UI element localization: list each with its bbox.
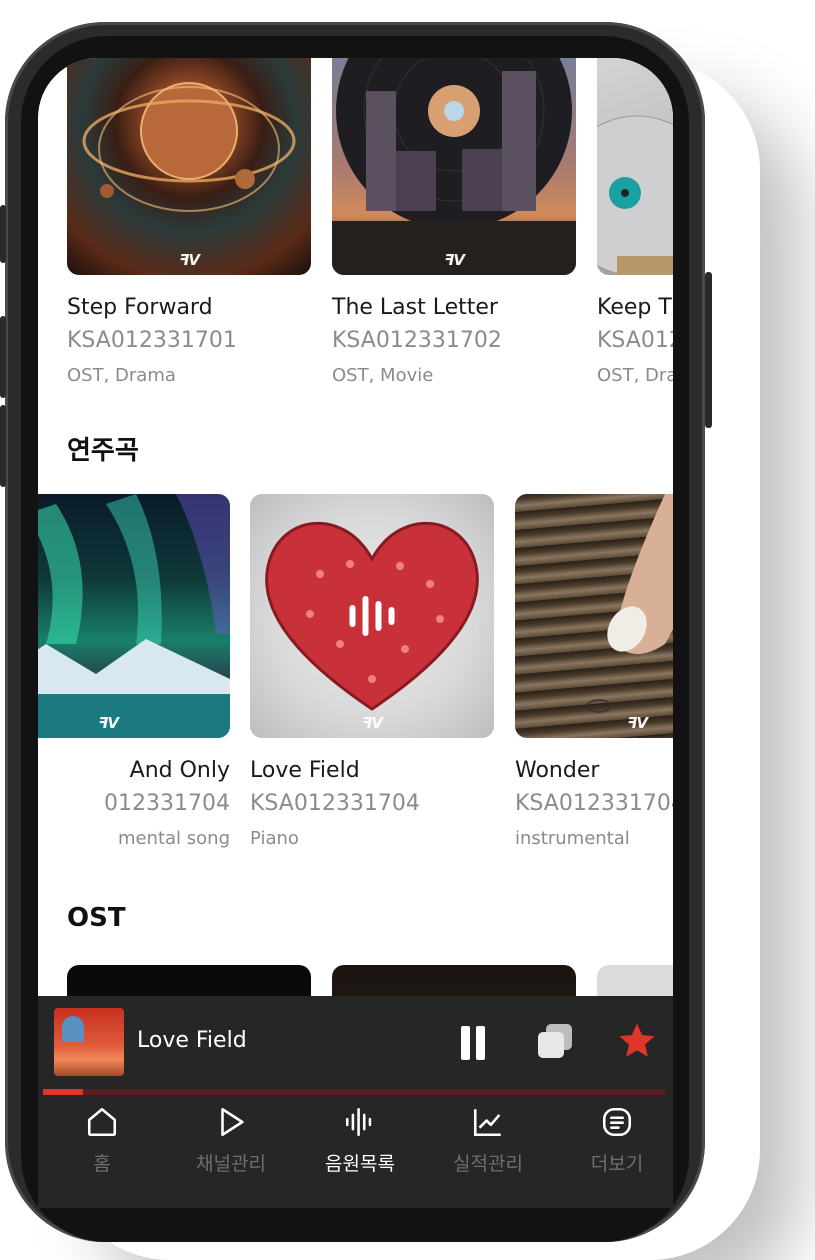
tab-label: 채널관리 — [196, 1153, 266, 1175]
album-code: KSA012331701 — [67, 328, 237, 353]
album-card[interactable]: ꟻV And Only 012331704 mental song — [38, 494, 230, 849]
album-cover[interactable] — [597, 58, 673, 275]
tab-home[interactable]: 홈 — [42, 1105, 162, 1176]
album-card[interactable]: Keep T KSA012 OST, Dra — [597, 58, 673, 386]
brand-logo: ꟻV — [444, 251, 465, 269]
album-card[interactable]: ꟻV Step Forward KSA012331701 OST, Drama — [67, 58, 311, 386]
side-button-left-1 — [0, 205, 6, 263]
tab-music-list[interactable]: 음원목록 — [300, 1105, 420, 1176]
album-title: The Last Letter — [332, 295, 498, 320]
planet-artwork — [82, 82, 296, 212]
brand-logo: ꟻV — [362, 714, 383, 732]
album-code: KSA012 — [597, 328, 673, 353]
home-icon — [87, 1107, 117, 1137]
album-genre: mental song — [117, 828, 230, 849]
album-cover-playing[interactable]: ꟻV — [250, 494, 494, 738]
chart-icon — [473, 1109, 501, 1137]
tab-label: 음원목록 — [325, 1153, 395, 1175]
waveform-icon — [345, 1107, 372, 1137]
album-genre: OST, Drama — [67, 365, 176, 386]
silver-disc-artwork — [597, 115, 673, 275]
side-button-left-2 — [0, 316, 6, 398]
album-cover[interactable]: ꟻV — [67, 58, 311, 275]
play-icon — [221, 1107, 244, 1137]
mini-player[interactable]: Love Field — [38, 996, 673, 1095]
tab-performance[interactable]: 실적관리 — [428, 1105, 548, 1176]
tab-label: 더보기 — [590, 1153, 644, 1175]
playing-indicator-icon — [349, 596, 395, 636]
more-icon — [602, 1107, 632, 1137]
app-screen: ꟻV Step Forward KSA012331701 OST, Drama — [38, 58, 673, 1208]
album-card[interactable]: ꟻV Wonder KSA012331704 instrumental — [515, 494, 673, 849]
favorite-button[interactable] — [616, 1020, 658, 1062]
side-button-right — [705, 272, 712, 428]
album-title: And Only — [129, 758, 230, 783]
album-code: KSA012331702 — [332, 328, 502, 353]
now-playing-title: Love Field — [137, 1028, 247, 1053]
finger-artwork — [586, 494, 673, 713]
star-icon — [619, 1023, 655, 1057]
section-title-ost: OST — [67, 903, 126, 933]
album-genre: OST, Dra — [597, 365, 673, 386]
album-title: Step Forward — [67, 295, 213, 320]
album-card[interactable]: ꟻV The Last Letter KSA012331702 OST, Mov… — [332, 58, 576, 386]
tab-more[interactable]: 더보기 — [557, 1105, 673, 1176]
pause-icon — [458, 1026, 488, 1062]
album-title: Keep T — [597, 295, 672, 320]
album-title: Wonder — [515, 758, 600, 783]
now-playing-thumbnail[interactable] — [54, 1008, 124, 1076]
album-card[interactable]: ꟻV Love Field KSA012331704 Piano — [250, 494, 494, 849]
album-genre: instrumental — [515, 828, 630, 849]
brand-logo: ꟻV — [179, 251, 200, 269]
album-code: KSA012331704 — [250, 791, 420, 816]
album-code: 012331704 — [104, 791, 230, 816]
brand-logo: ꟻV — [98, 714, 119, 732]
playlist-button[interactable] — [536, 1024, 576, 1064]
copy-icon — [536, 1024, 576, 1064]
album-genre: Piano — [250, 828, 299, 849]
tab-label: 실적관리 — [453, 1153, 523, 1175]
brand-logo: ꟻV — [627, 714, 648, 732]
album-genre: OST, Movie — [332, 365, 434, 386]
tab-label: 홈 — [93, 1153, 111, 1175]
album-cover[interactable]: ꟻV — [332, 58, 576, 275]
vinyl-stonehenge-artwork — [332, 58, 576, 275]
album-cover[interactable]: ꟻV — [515, 494, 673, 738]
pause-button[interactable] — [458, 1026, 488, 1062]
section-title-instrumental: 연주곡 — [67, 436, 139, 466]
aurora-artwork — [38, 494, 230, 738]
album-title: Love Field — [250, 758, 360, 783]
album-code: KSA012331704 — [515, 791, 673, 816]
side-button-left-3 — [0, 405, 6, 487]
album-cover[interactable]: ꟻV — [38, 494, 230, 738]
bottom-tab-bar: 홈 채널관리 음원목록 실적관리 더보기 — [38, 1095, 673, 1208]
tab-channel[interactable]: 채널관리 — [171, 1105, 291, 1176]
